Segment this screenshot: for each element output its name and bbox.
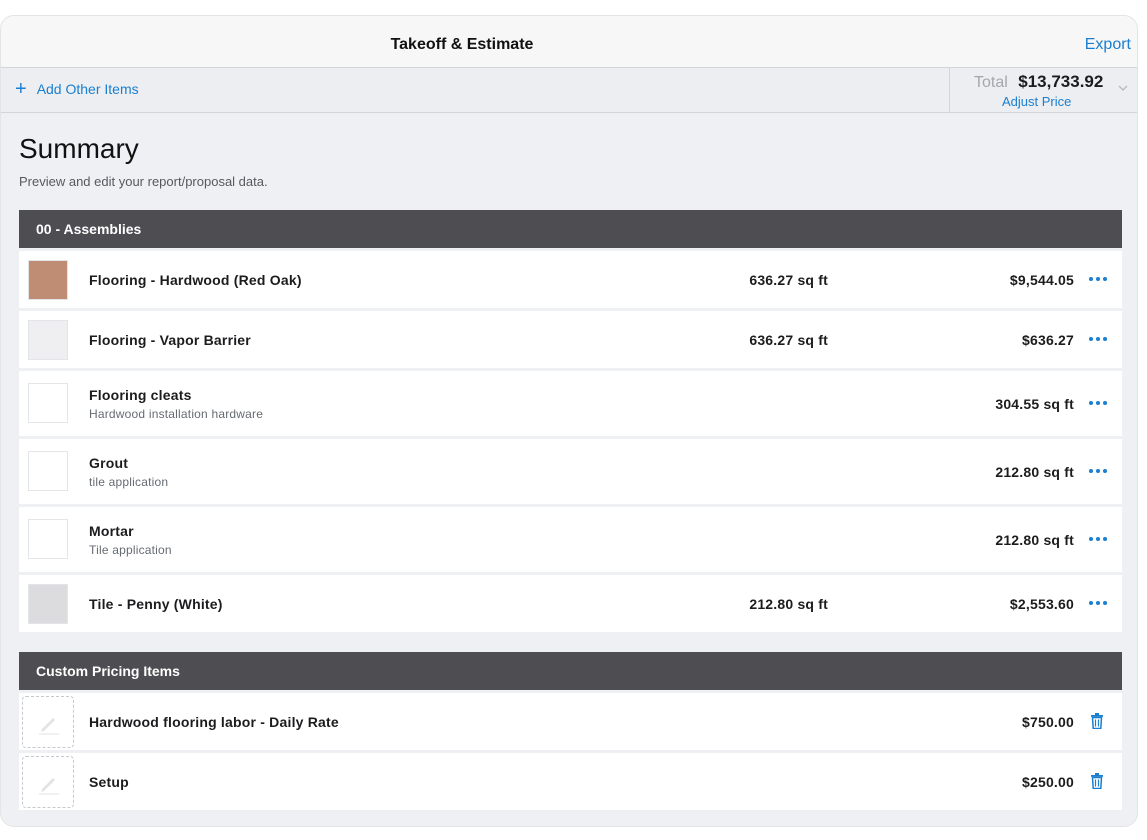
adjust-price-link[interactable]: Adjust Price — [1002, 94, 1071, 109]
item-price: 212.80 sq ft — [995, 464, 1074, 480]
item-price: $250.00 — [1021, 774, 1074, 790]
item-name: Flooring - Vapor Barrier — [89, 332, 251, 348]
item-price: $2,553.60 — [1009, 596, 1074, 612]
more-icon[interactable] — [1088, 600, 1108, 606]
export-button[interactable]: Export — [1085, 36, 1131, 54]
assembly-row[interactable]: Flooring - Hardwood (Red Oak) 636.27 sq … — [19, 251, 1122, 308]
add-other-items-label: Add Other Items — [36, 81, 139, 97]
item-price: 304.55 sq ft — [995, 396, 1074, 412]
total-label: Total — [974, 74, 1008, 91]
item-swatch — [28, 451, 68, 491]
more-icon[interactable] — [1088, 400, 1108, 406]
item-name: Hardwood flooring labor - Daily Rate — [89, 714, 339, 730]
custom-item-row[interactable]: Setup $250.00 — [19, 753, 1122, 810]
total-value: $13,733.92 — [1018, 72, 1104, 91]
item-name: Tile - Penny (White) — [89, 596, 223, 612]
app-window: Takeoff & Estimate Export + Add Other It… — [0, 15, 1138, 827]
more-icon[interactable] — [1088, 536, 1108, 542]
item-description: tile application — [89, 475, 169, 489]
item-name: Flooring cleats — [89, 387, 192, 403]
add-other-items-button[interactable]: + Add Other Items — [15, 78, 139, 100]
item-price: $750.00 — [1021, 714, 1074, 730]
custom-item-thumbnail[interactable] — [22, 756, 74, 808]
item-name: Mortar — [89, 523, 134, 539]
section-header-custom-pricing: Custom Pricing Items — [19, 652, 1122, 690]
custom-item-row[interactable]: Hardwood flooring labor - Daily Rate $75… — [19, 693, 1122, 750]
more-icon[interactable] — [1088, 468, 1108, 474]
page-title: Takeoff & Estimate — [390, 36, 534, 53]
assembly-row[interactable]: Grout tile application 212.80 sq ft — [19, 439, 1122, 504]
toolbar: + Add Other Items Total $13,733.92 Adjus… — [1, 68, 1137, 113]
assembly-row[interactable]: Tile - Penny (White) 212.80 sq ft $2,553… — [19, 575, 1122, 632]
assembly-row[interactable]: Flooring cleats Hardwood installation ha… — [19, 371, 1122, 436]
item-price: $9,544.05 — [1009, 272, 1074, 288]
item-swatch — [28, 383, 68, 423]
navigation-bar: Takeoff & Estimate Export — [1, 16, 1137, 68]
item-description: Tile application — [89, 543, 172, 557]
summary-heading: Summary — [19, 133, 139, 164]
total-line: Total $13,733.92 — [974, 72, 1103, 92]
item-name: Flooring - Hardwood (Red Oak) — [89, 272, 302, 288]
more-icon[interactable] — [1088, 336, 1108, 342]
item-swatch — [28, 584, 68, 624]
item-swatch — [28, 519, 68, 559]
custom-item-thumbnail[interactable] — [22, 696, 74, 748]
assembly-row[interactable]: Flooring - Vapor Barrier 636.27 sq ft $6… — [19, 311, 1122, 368]
pencil-icon — [39, 778, 59, 795]
total-summary[interactable]: Total $13,733.92 Adjust Price — [949, 68, 1137, 113]
item-price: $636.27 — [1021, 332, 1074, 348]
item-quantity: 212.80 sq ft — [749, 596, 828, 612]
section-header-assemblies: 00 - Assemblies — [19, 210, 1122, 248]
item-name: Grout — [89, 455, 129, 471]
item-swatch — [28, 260, 68, 300]
chevron-down-icon[interactable] — [1117, 82, 1129, 94]
plus-icon: + — [15, 78, 27, 100]
more-icon[interactable] — [1088, 276, 1108, 282]
item-name: Setup — [89, 774, 129, 790]
item-quantity: 636.27 sq ft — [749, 332, 828, 348]
item-price: 212.80 sq ft — [995, 532, 1074, 548]
pencil-icon — [39, 718, 59, 735]
item-quantity: 636.27 sq ft — [749, 272, 828, 288]
summary-subtitle: Preview and edit your report/proposal da… — [19, 174, 268, 189]
item-description: Hardwood installation hardware — [89, 407, 264, 421]
trash-icon[interactable] — [1090, 773, 1104, 789]
item-swatch — [28, 320, 68, 360]
assembly-row[interactable]: Mortar Tile application 212.80 sq ft — [19, 507, 1122, 572]
trash-icon[interactable] — [1090, 713, 1104, 729]
